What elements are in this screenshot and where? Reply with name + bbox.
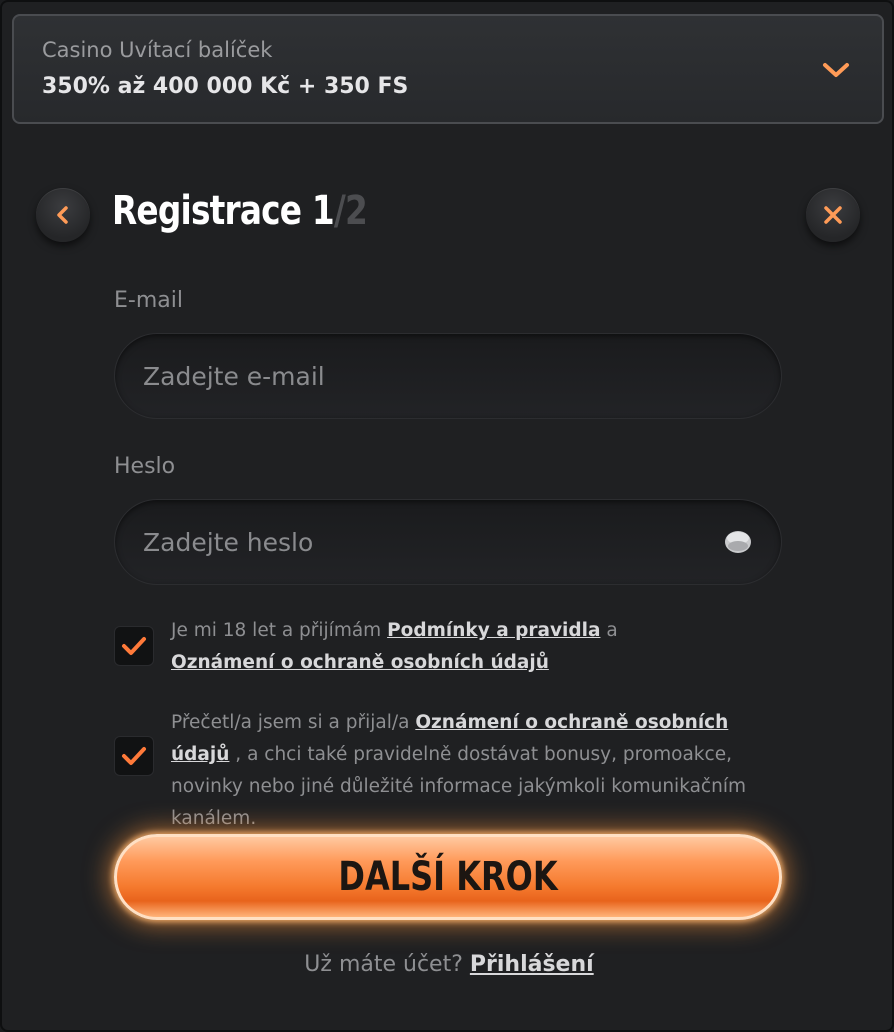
consent-terms-checkbox[interactable] [114,626,154,666]
login-link[interactable]: Přihlášení [470,952,594,977]
eye-icon[interactable] [723,529,753,555]
password-field[interactable] [143,500,703,584]
email-field-wrapper [114,333,782,419]
step-total: /2 [333,188,368,234]
chevron-down-icon[interactable] [820,54,852,86]
bonus-subtitle: Casino Uvítací balíček [42,38,273,62]
bonus-title: 350% až 400 000 Kč + 350 FS [42,74,409,99]
consent-terms-text: Je mi 18 let a přijímám Podmínky a pravi… [171,615,791,679]
registration-panel: Casino Uvítací balíček 350% až 400 000 K… [0,0,894,1032]
back-button[interactable] [36,188,90,242]
welcome-bonus-dropdown[interactable]: Casino Uvítací balíček 350% až 400 000 K… [12,14,884,124]
consent-marketing-text-part: , a chci také pravidelně dostávat bonusy… [171,744,746,829]
password-label: Heslo [114,454,176,479]
privacy-notice-link[interactable]: Oznámení o ochraně osobních údajů [171,652,549,673]
consent-marketing-checkbox[interactable] [114,736,154,776]
consent-terms-text-part: a [600,620,618,641]
login-prompt: Už máte účet? Přihlášení [2,952,892,977]
close-button[interactable] [806,188,860,242]
consent-marketing-text-part: Přečetl/a jsem si a přijal/a [171,712,416,733]
checkmark-icon [122,747,146,765]
password-field-wrapper [114,499,782,585]
chevron-left-icon [57,206,68,224]
title-text: Registrace 1 [112,188,335,234]
login-prompt-text: Už máte účet? [304,952,470,977]
email-field[interactable] [143,334,703,418]
next-step-label: DALŠÍ KROK [338,854,558,900]
consent-terms-text-part: Je mi 18 let a přijímám [171,620,388,641]
checkmark-icon [122,637,146,655]
close-icon [824,206,842,224]
email-label: E-mail [114,288,183,313]
consent-marketing-text: Přečetl/a jsem si a přijal/a Oznámení o … [171,707,791,835]
terms-link[interactable]: Podmínky a pravidla [387,620,600,641]
page-title: Registrace 1/2 [112,188,368,234]
next-step-button[interactable]: DALŠÍ KROK [114,834,782,920]
